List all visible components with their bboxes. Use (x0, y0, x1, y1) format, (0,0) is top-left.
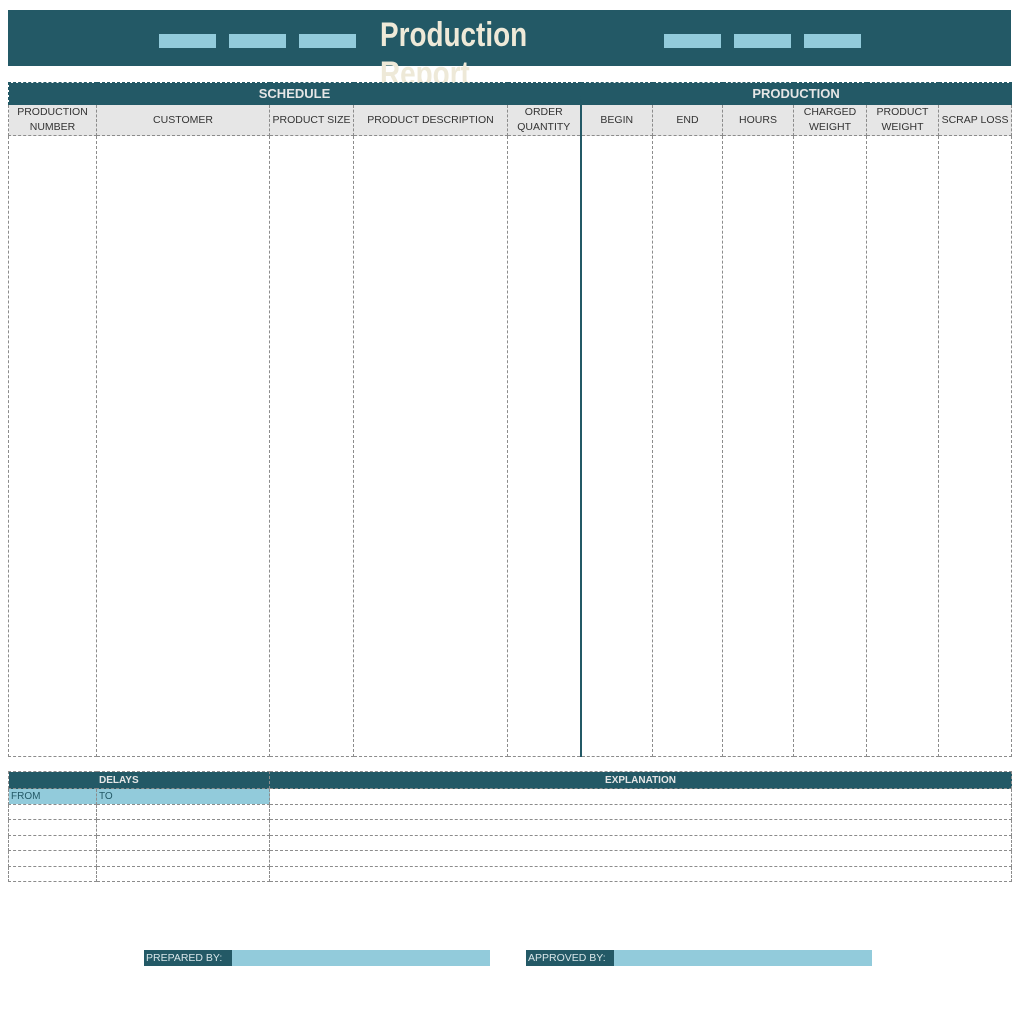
prepared-by-field[interactable]: PREPARED BY: (144, 950, 490, 966)
column-header-begin: BEGIN (579, 104, 654, 136)
report-header-banner: Production Report (8, 10, 1011, 93)
prepared-by-label: PREPARED BY: (144, 950, 232, 966)
cell-scrap-loss[interactable] (938, 135, 1013, 757)
cell-to[interactable] (96, 803, 270, 820)
decorative-dash (229, 34, 286, 48)
column-header-to: TO (96, 788, 270, 805)
cell-product-description[interactable] (353, 135, 508, 757)
column-header-customer: CUSTOMER (96, 104, 270, 136)
section-header-delays: DELAYS (8, 771, 270, 789)
column-header-product-description: PRODUCT DESCRIPTION (353, 104, 508, 136)
production-table: SCHEDULE PRODUCTION PRODUCTION NUMBER CU… (7, 82, 1013, 757)
cell-from[interactable] (8, 803, 97, 820)
cell-customer[interactable] (96, 135, 270, 757)
cell-from[interactable] (8, 834, 97, 851)
table-row (8, 803, 1012, 820)
table-row (8, 135, 1013, 757)
cell-to[interactable] (96, 819, 270, 836)
cell-explanation[interactable] (269, 788, 1012, 805)
approved-by-label: APPROVED BY: (526, 950, 614, 966)
cell-explanation[interactable] (269, 850, 1012, 867)
table-row (8, 865, 1012, 882)
decorative-dash (299, 34, 356, 48)
cell-to[interactable] (96, 834, 270, 851)
cell-product-size[interactable] (269, 135, 354, 757)
column-header-charged-weight: CHARGED WEIGHT (793, 104, 868, 136)
cell-from[interactable] (8, 819, 97, 836)
decorative-dash (734, 34, 791, 48)
cell-explanation[interactable] (269, 834, 1012, 851)
column-header-product-size: PRODUCT SIZE (269, 104, 354, 136)
decorative-dash (159, 34, 216, 48)
column-header-production-number: PRODUCTION NUMBER (8, 104, 97, 136)
section-header-schedule: SCHEDULE (7, 82, 582, 105)
delays-table: DELAYS EXPLANATION FROM TO (8, 771, 1012, 882)
cell-product-weight[interactable] (866, 135, 940, 757)
column-header-order-quantity: ORDER QUANTITY (506, 104, 582, 136)
column-header-scrap-loss: SCRAP LOSS (938, 104, 1013, 136)
cell-explanation[interactable] (269, 819, 1012, 836)
cell-from[interactable] (8, 865, 97, 882)
cell-to[interactable] (96, 865, 270, 882)
decorative-dash (664, 34, 721, 48)
cell-explanation[interactable] (269, 865, 1012, 882)
cell-to[interactable] (96, 850, 270, 867)
section-header-explanation: EXPLANATION (269, 771, 1012, 789)
cell-end[interactable] (652, 135, 724, 757)
decorative-dash (804, 34, 861, 48)
table-row (8, 850, 1012, 867)
cell-charged-weight[interactable] (793, 135, 868, 757)
cell-explanation[interactable] (269, 803, 1012, 820)
cell-begin[interactable] (579, 135, 654, 757)
cell-production-number[interactable] (8, 135, 97, 757)
column-header-product-weight: PRODUCT WEIGHT (866, 104, 940, 136)
column-header-end: END (652, 104, 724, 136)
table-row (8, 819, 1012, 836)
table-row (8, 834, 1012, 851)
approved-by-field[interactable]: APPROVED BY: (526, 950, 872, 966)
column-header-hours: HOURS (722, 104, 795, 136)
cell-hours[interactable] (722, 135, 795, 757)
cell-from[interactable] (8, 850, 97, 867)
section-header-production: PRODUCTION (580, 82, 1013, 105)
column-header-from: FROM (8, 788, 97, 805)
cell-order-quantity[interactable] (506, 135, 582, 757)
